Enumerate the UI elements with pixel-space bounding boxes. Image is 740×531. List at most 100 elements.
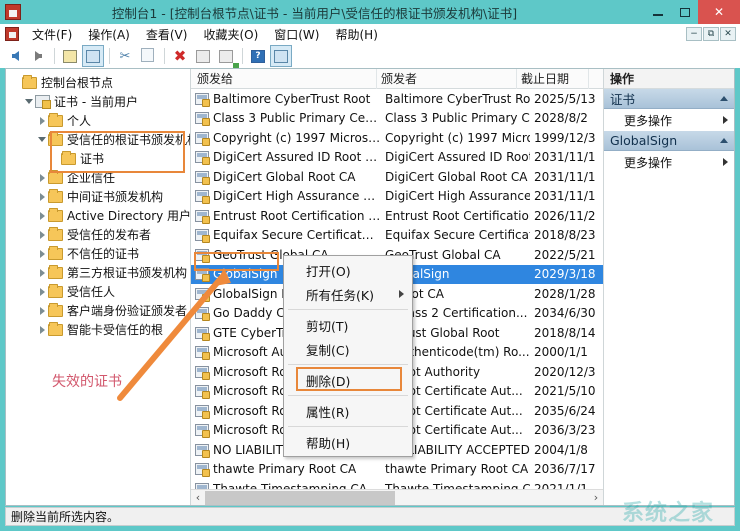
context-menu-separator [288,309,408,310]
context-menu-item-5[interactable]: 属性(R) [284,399,412,423]
table-row[interactable]: thawte Primary Root CAthawte Primary Roo… [191,460,603,480]
context-menu-item-4[interactable]: 删除(D) [284,368,412,392]
scroll-left-button[interactable]: ‹ [191,490,205,506]
cell-issued-by: Class 3 Public Primary Certifica... [381,111,530,125]
menu-window[interactable]: 窗口(W) [266,24,327,45]
menu-file[interactable]: 文件(F) [24,24,80,45]
forward-icon[interactable] [27,45,49,67]
tree-node-1[interactable]: 证书 - 当前用户 [10,92,190,111]
expand-collapse-closed-icon[interactable] [36,282,48,301]
action-group-certificates[interactable]: 证书 [604,89,734,109]
tree-node-13[interactable]: 智能卡受信任的根 [10,320,190,339]
submenu-arrow-icon [399,290,404,298]
expand-collapse-closed-icon[interactable] [36,301,48,320]
actions-header: 操作 [604,69,734,89]
certificate-icon [195,93,209,105]
mdi-restore-button[interactable]: ⧉ [703,27,719,41]
maximize-button[interactable] [671,0,698,24]
table-row[interactable]: Copyright (c) 1997 Microsoft...Copyright… [191,128,603,148]
expand-collapse-closed-icon[interactable] [36,225,48,244]
action-more-actions-globalsign[interactable]: 更多操作 [604,151,734,173]
action-more-actions-certificates[interactable]: 更多操作 [604,109,734,131]
table-row[interactable]: Equifax Secure Certificate Au...Equifax … [191,226,603,246]
certificate-icon [195,405,209,417]
menu-help[interactable]: 帮助(H) [327,24,385,45]
menu-favorites[interactable]: 收藏夹(O) [195,24,266,45]
tree-node-0[interactable]: 控制台根节点 [10,73,190,92]
cell-issued-to: Equifax Secure Certificate Au... [213,228,381,242]
column-header-expiry[interactable]: 截止日期 [517,69,589,89]
context-menu[interactable]: 打开(O) 所有任务(K) 剪切(T)复制(C) 删除(D) 属性(R) 帮助(H) [283,255,413,457]
mdi-minimize-button[interactable]: − [686,27,702,41]
expand-collapse-closed-icon[interactable] [36,187,48,206]
horizontal-scrollbar[interactable]: ‹ › [191,489,603,505]
show-hide-tree-icon[interactable] [82,45,104,67]
context-menu-item-label: 所有任务(K) [306,285,374,304]
expand-collapse-closed-icon[interactable] [36,168,48,187]
expand-collapse-closed-icon[interactable] [36,111,48,130]
context-menu-item-2[interactable]: 剪切(T) [284,313,412,337]
table-row[interactable]: Baltimore CyberTrust RootBaltimore Cyber… [191,89,603,109]
column-header-issued-by[interactable]: 颁发者 [377,69,517,89]
cell-expiry: 2029/3/18 [530,267,602,281]
tree-node-7[interactable]: Active Directory 用户对象 [10,206,190,225]
back-icon[interactable] [4,45,26,67]
help-icon[interactable]: ? [247,45,269,67]
tree-node-4[interactable]: 证书 [10,149,190,168]
console-icon [5,4,21,20]
chevron-up-icon[interactable] [720,96,728,101]
table-row[interactable]: DigiCert High Assurance EV ...DigiCert H… [191,187,603,207]
tree-node-2[interactable]: 个人 [10,111,190,130]
cell-expiry: 2034/6/30 [530,306,602,320]
cell-expiry: 2018/8/23 [530,228,602,242]
properties-icon[interactable] [192,45,214,67]
table-row[interactable]: Class 3 Public Primary Certifi...Class 3… [191,109,603,129]
table-row[interactable]: DigiCert Assured ID Root CADigiCert Assu… [191,148,603,168]
expand-collapse-closed-icon[interactable] [36,244,48,263]
menu-action[interactable]: 操作(A) [80,24,138,45]
expand-collapse-open-icon[interactable] [36,130,48,149]
scroll-track[interactable] [205,490,589,506]
menu-view[interactable]: 查看(V) [138,24,196,45]
action-group-globalsign[interactable]: GlobalSign [604,131,734,151]
tree-node-8[interactable]: 受信任的发布者 [10,225,190,244]
tree-node-12[interactable]: 客户端身份验证颁发者 [10,301,190,320]
close-button[interactable]: ✕ [698,0,740,24]
export-icon[interactable] [215,45,237,67]
expand-collapse-closed-icon[interactable] [36,263,48,282]
cut-icon[interactable]: ✂ [114,45,136,67]
copy-icon[interactable] [137,45,159,67]
table-row[interactable]: Entrust Root Certification Au...Entrust … [191,206,603,226]
context-menu-item-3[interactable]: 复制(C) [284,337,412,361]
scroll-right-button[interactable]: › [589,490,603,506]
watermark: 系统之家 [602,493,734,529]
context-menu-item-label: 属性(R) [306,402,349,421]
tree-node-3[interactable]: 受信任的根证书颁发机构 [10,130,190,149]
tree-node-10[interactable]: 第三方根证书颁发机构 [10,263,190,282]
tree-node-5[interactable]: 企业信任 [10,168,190,187]
minimize-button[interactable] [644,0,671,24]
view-icon[interactable] [270,45,292,67]
certificate-icon [195,385,209,397]
expand-collapse-closed-icon[interactable] [36,320,48,339]
context-menu-item-1[interactable]: 所有任务(K) [284,282,412,306]
context-menu-item-6[interactable]: 帮助(H) [284,430,412,454]
scroll-thumb[interactable] [205,491,395,505]
cell-expiry: 2025/5/13 [530,92,602,106]
console-tree[interactable]: 控制台根节点证书 - 当前用户个人受信任的根证书颁发机构证书企业信任中间证书颁发… [6,69,191,505]
tree-node-6[interactable]: 中间证书颁发机构 [10,187,190,206]
chevron-up-icon[interactable] [720,138,728,143]
context-menu-item-label: 帮助(H) [306,433,350,452]
column-header-issued-to[interactable]: 颁发给 [191,69,377,89]
tree-node-11[interactable]: 受信任人 [10,282,190,301]
table-row[interactable]: DigiCert Global Root CADigiCert Global R… [191,167,603,187]
delete-icon[interactable]: ✖ [169,45,191,67]
expand-collapse-closed-icon[interactable] [36,206,48,225]
tree-node-9[interactable]: 不信任的证书 [10,244,190,263]
action-group-label: GlobalSign [610,133,720,148]
cell-issued-by: Equifax Secure Certificate Auth... [381,228,530,242]
expand-collapse-open-icon[interactable] [23,92,35,111]
mdi-close-button[interactable]: ✕ [720,27,736,41]
up-folder-icon[interactable] [59,45,81,67]
context-menu-item-0[interactable]: 打开(O) [284,258,412,282]
